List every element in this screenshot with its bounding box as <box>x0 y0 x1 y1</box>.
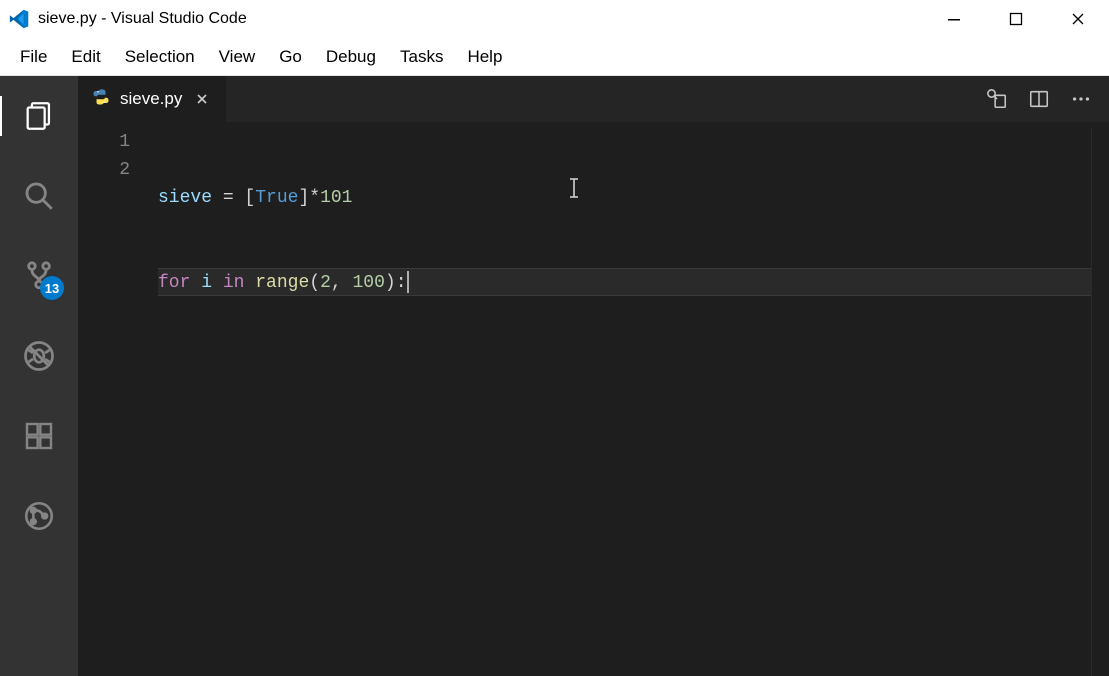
editor-area: sieve.py <box>78 76 1109 676</box>
overview-ruler[interactable] <box>1091 128 1109 676</box>
menu-view[interactable]: View <box>207 41 268 73</box>
activity-extensions[interactable] <box>0 408 78 464</box>
menu-help[interactable]: Help <box>455 41 514 73</box>
activity-source-control[interactable]: 13 <box>0 248 78 304</box>
split-editor-icon[interactable] <box>1027 87 1051 111</box>
tabs-row: sieve.py <box>78 76 1109 122</box>
menubar: File Edit Selection View Go Debug Tasks … <box>0 38 1109 76</box>
window-controls <box>923 0 1109 38</box>
activity-explorer[interactable] <box>0 88 78 144</box>
line-number: 2 <box>78 156 130 184</box>
line-number-gutter: 1 2 <box>78 128 158 676</box>
menu-selection[interactable]: Selection <box>113 41 207 73</box>
code-content[interactable]: sieve = [True]*101 for i in range(2, 100… <box>158 128 1091 676</box>
menu-go[interactable]: Go <box>267 41 314 73</box>
menu-debug[interactable]: Debug <box>314 41 388 73</box>
close-button[interactable] <box>1047 0 1109 38</box>
menu-tasks[interactable]: Tasks <box>388 41 455 73</box>
activity-debug[interactable] <box>0 328 78 384</box>
code-editor[interactable]: 1 2 sieve = [True]*101 for i in range(2,… <box>78 122 1109 676</box>
scm-badge: 13 <box>40 276 64 300</box>
activity-gitlens[interactable] <box>0 488 78 544</box>
maximize-button[interactable] <box>985 0 1047 38</box>
more-actions-icon[interactable] <box>1069 87 1093 111</box>
menu-file[interactable]: File <box>8 41 59 73</box>
line-number: 1 <box>78 128 130 156</box>
python-file-icon <box>92 88 110 111</box>
text-cursor <box>407 271 409 293</box>
code-line-1[interactable]: sieve = [True]*101 <box>158 184 1091 212</box>
editor-actions <box>985 76 1109 122</box>
toggle-panel-icon[interactable] <box>985 87 1009 111</box>
tab-label: sieve.py <box>120 89 182 109</box>
window-title: sieve.py - Visual Studio Code <box>38 10 247 28</box>
activity-search[interactable] <box>0 168 78 224</box>
main: 13 <box>0 76 1109 676</box>
vscode-icon <box>8 8 30 30</box>
tab-sieve-py[interactable]: sieve.py <box>78 76 227 122</box>
titlebar: sieve.py - Visual Studio Code <box>0 0 1109 38</box>
tab-close-button[interactable] <box>192 89 212 109</box>
tabs: sieve.py <box>78 76 227 122</box>
minimize-button[interactable] <box>923 0 985 38</box>
titlebar-left: sieve.py - Visual Studio Code <box>8 8 247 30</box>
menu-edit[interactable]: Edit <box>59 41 112 73</box>
activity-bar: 13 <box>0 76 78 676</box>
code-line-2[interactable]: for i in range(2, 100): <box>158 268 1091 296</box>
